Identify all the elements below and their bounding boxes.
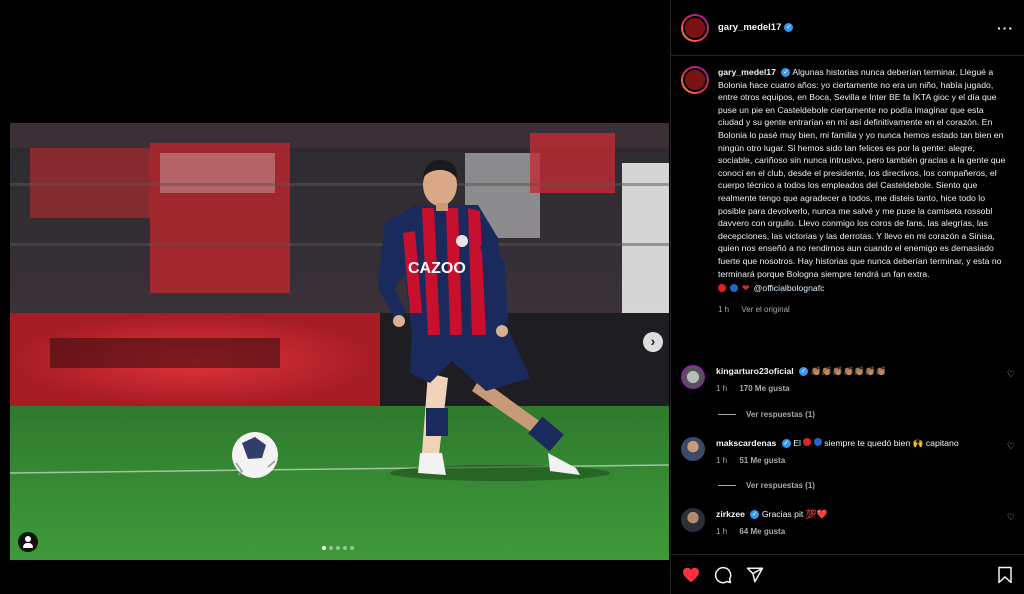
post-media-pane: CAZOO ›: [0, 0, 670, 594]
comment-text-start: El: [793, 438, 801, 448]
comment-icon[interactable]: [713, 565, 733, 585]
comment-item: makscardenas ✓ El siempre te quedó bien …: [671, 437, 1024, 467]
comment-heart-icon[interactable]: ♡: [1007, 369, 1015, 380]
sponsor-logo-text: CAZOO: [408, 260, 466, 277]
heart-filled-icon[interactable]: [681, 565, 701, 585]
post-caption: gary_medel17 ✓ Algunas historias nunca d…: [671, 56, 1024, 316]
verified-badge-icon: ✓: [799, 367, 809, 377]
commenter-username[interactable]: kingarturo23oficial: [716, 366, 794, 376]
verified-badge-icon: ✓: [781, 68, 791, 78]
carousel-indicator: [322, 546, 354, 550]
verified-badge-icon: ✓: [781, 439, 791, 449]
next-photo-button[interactable]: ›: [643, 332, 663, 352]
verified-badge-icon: ✓: [784, 23, 794, 32]
chevron-right-icon: ›: [650, 333, 656, 349]
more-options-icon[interactable]: ···: [997, 20, 1014, 36]
comment-heart-icon[interactable]: ♡: [1007, 512, 1015, 523]
comment-item: zirkzee ✓ Gracias pit 💯❤️ 1 h 64 Me gust…: [671, 508, 1024, 538]
caption-author-avatar[interactable]: [681, 66, 709, 94]
author-username[interactable]: gary_medel17: [718, 22, 781, 33]
commenter-username[interactable]: zirkzee: [716, 509, 745, 519]
see-original-link[interactable]: Ver el original: [741, 305, 789, 314]
view-replies-link[interactable]: Ver respuestas (1): [718, 410, 815, 419]
commenter-avatar[interactable]: [681, 365, 705, 389]
author-avatar[interactable]: [681, 13, 709, 42]
post-photo[interactable]: CAZOO: [10, 123, 669, 560]
blue-circle-emoji: [813, 438, 822, 446]
post-action-bar: [671, 554, 1024, 594]
commenter-avatar[interactable]: [681, 437, 705, 461]
carousel-dot: [343, 546, 347, 550]
heart-emoji: ❤: [742, 283, 750, 294]
carousel-dot: [329, 546, 333, 550]
share-icon[interactable]: [745, 565, 765, 585]
carousel-dot: [336, 546, 340, 550]
blue-circle-emoji: [730, 284, 738, 293]
commenter-username[interactable]: makscardenas: [716, 438, 776, 448]
view-replies-link[interactable]: Ver respuestas (1): [718, 481, 815, 490]
carousel-dot: [350, 546, 354, 550]
comment-likes[interactable]: 51 Me gusta: [739, 456, 785, 465]
comment-time: 1 h: [716, 527, 728, 536]
post-header: gary_medel17 ✓ ···: [671, 0, 1024, 56]
comment-likes[interactable]: 64 Me gusta: [739, 527, 785, 536]
user-tag-icon[interactable]: [18, 532, 38, 552]
carousel-dot: [322, 546, 326, 550]
view-replies-label: Ver respuestas (1): [746, 481, 815, 490]
comment-text-end: siempre te quedó bien 🙌 capitano: [824, 438, 959, 448]
comment-item: kingarturo23oficial ✓ 👏🏽👏🏽👏🏽👏🏽👏🏽👏🏽👏🏽 1 h…: [671, 365, 1024, 395]
comment-time: 1 h: [716, 384, 728, 393]
caption-text: Algunas historias nunca deberían termina…: [718, 67, 1006, 279]
view-replies-label: Ver respuestas (1): [746, 410, 815, 419]
red-circle-emoji: [718, 284, 726, 293]
commenter-avatar[interactable]: [681, 508, 705, 532]
caption-author-username[interactable]: gary_medel17: [718, 67, 776, 77]
post-time: 1 h: [718, 304, 730, 314]
mention-link[interactable]: @officialbolognafc: [754, 282, 825, 295]
post-side-panel: gary_medel17 ✓ ··· gary_medel17 ✓ Alguna…: [670, 0, 1024, 594]
comment-time: 1 h: [716, 456, 728, 465]
verified-badge-icon: ✓: [750, 510, 760, 520]
red-circle-emoji: [803, 438, 812, 446]
comment-likes[interactable]: 170 Me gusta: [739, 384, 789, 393]
comment-text: Gracias pit 💯❤️: [761, 509, 828, 519]
bookmark-icon[interactable]: [995, 565, 1015, 585]
comment-heart-icon[interactable]: ♡: [1007, 441, 1015, 452]
football-player-photo: CAZOO: [10, 123, 669, 560]
comment-text: 👏🏽👏🏽👏🏽👏🏽👏🏽👏🏽👏🏽: [810, 366, 887, 376]
